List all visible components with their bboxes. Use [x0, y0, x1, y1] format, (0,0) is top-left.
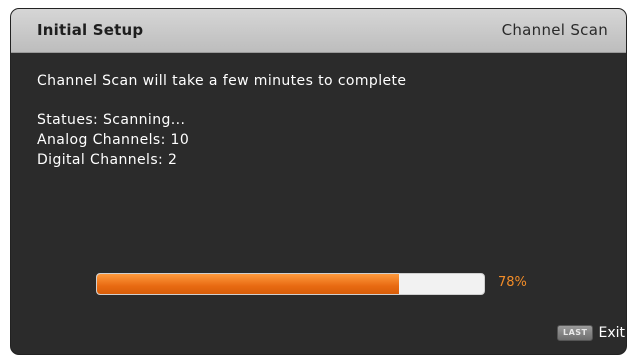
analog-channel-count: Analog Channels: 10 — [37, 132, 190, 148]
exit-label: Exit — [598, 325, 625, 341]
scan-info: Channel Scan will take a few minutes to … — [37, 71, 406, 170]
scan-progress-bar — [96, 273, 485, 295]
scan-progress-percent: 78% — [498, 275, 527, 290]
digital-channel-count: Digital Channels: 2 — [37, 152, 178, 168]
scan-message: Channel Scan will take a few minutes to … — [37, 73, 407, 89]
setup-dialog: Initial Setup Channel Scan Channel Scan … — [10, 8, 627, 355]
exit-button[interactable]: LAST Exit — [556, 325, 625, 341]
scan-status: Statues: Scanning... — [37, 112, 186, 128]
section-title: Channel Scan — [501, 21, 608, 39]
dialog-title: Initial Setup — [37, 21, 144, 39]
scan-progress-fill — [97, 274, 399, 294]
last-key-icon: LAST — [556, 325, 594, 341]
title-bar: Initial Setup Channel Scan — [11, 9, 626, 53]
